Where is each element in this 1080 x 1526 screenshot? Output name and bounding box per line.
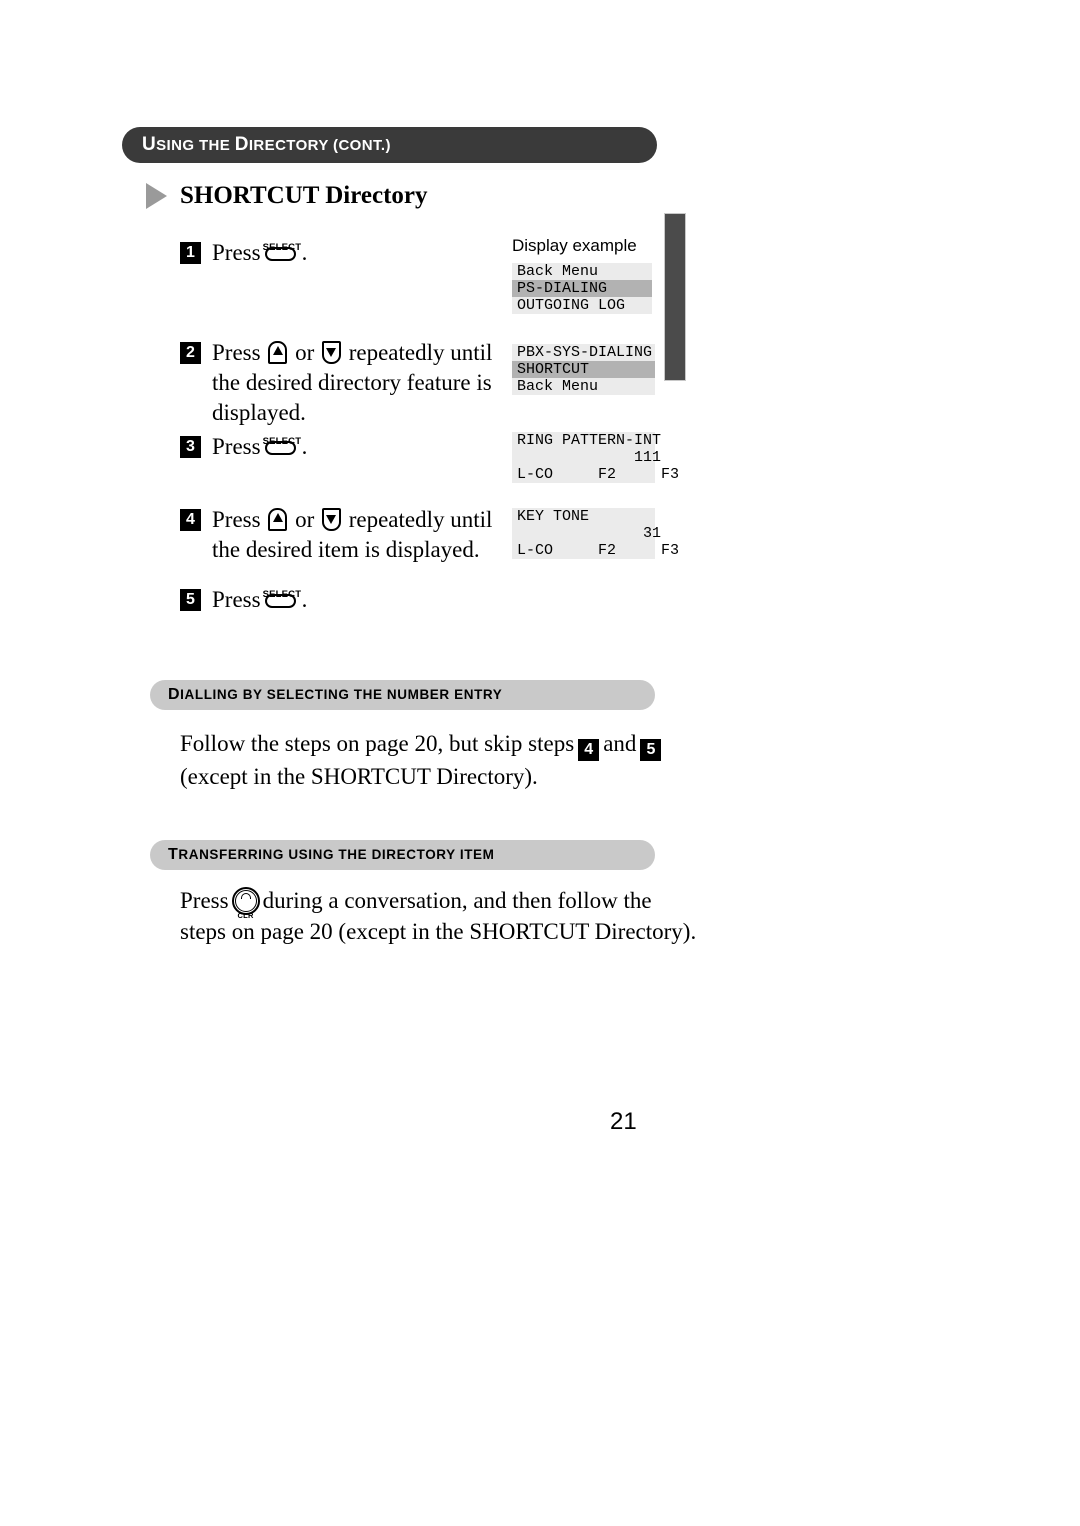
running-head-u: U	[142, 134, 157, 155]
page-number: 21	[610, 1108, 637, 1135]
section-title-text: SHORTCUT Directory	[180, 182, 428, 209]
manual-page: USING THE DIRECTORY (CONT.) SHORTCUT Dir…	[0, 0, 1080, 1526]
step-2-text: Press or repeatedly until the desired di…	[212, 338, 492, 428]
subsection-1-rest: IALLING BY SELECTING THE NUMBER ENTRY	[180, 687, 503, 702]
lcd-row: L-CO F2 F3	[517, 542, 680, 559]
subsection-heading-text: TRANSFERRING USING THE DIRECTORY ITEM	[150, 846, 495, 864]
running-head-text: USING THE DIRECTORY (CONT.)	[122, 134, 391, 156]
step-2-tail-label: repeatedly until	[348, 340, 493, 365]
lcd-row: Back Menu	[517, 378, 599, 395]
running-head-irectory: IRECTORY	[248, 137, 334, 154]
step-5-period: .	[301, 587, 308, 612]
running-head-sing-the: SING THE	[156, 137, 235, 154]
step-1-press-label: Press	[212, 240, 261, 265]
step-4-or-label: or	[295, 507, 315, 532]
step-2-line-2: the desired directory feature is	[212, 370, 492, 395]
step-3: 3 Press SELECT.	[180, 432, 307, 462]
lcd-panel-2: PBX-SYS-DIALING SHORTCUT Back Menu	[512, 344, 655, 395]
select-key-icon[interactable]: SELECT	[263, 238, 301, 264]
lcd-row: 31	[517, 525, 662, 542]
display-example-label: Display example	[512, 236, 637, 255]
up-arrow-key-icon[interactable]	[268, 508, 288, 531]
step-3-press-label: Press	[212, 434, 261, 459]
lcd-row: 111	[517, 449, 662, 466]
lcd-row-selected: SHORTCUT	[512, 361, 655, 378]
lcd-row: OUTGOING LOG	[517, 297, 626, 314]
step-4-line-2: the desired item is displayed.	[212, 537, 480, 562]
triangle-right-icon	[146, 183, 167, 209]
subsection-2-press-label: Press	[180, 888, 229, 913]
running-head-cont: (CONT.)	[333, 137, 391, 154]
subsection-heading-dialling: DIALLING BY SELECTING THE NUMBER ENTRY	[150, 680, 655, 710]
step-3-period: .	[301, 434, 308, 459]
step-1-text: Press SELECT.	[212, 238, 307, 268]
step-reference-badge: 5	[640, 739, 662, 761]
step-1: 1 Press SELECT.	[180, 238, 307, 268]
down-arrow-key-icon[interactable]	[321, 508, 341, 531]
step-number-badge: 2	[180, 342, 201, 364]
running-head-d: D	[234, 134, 249, 155]
subsection-1-line1a: Follow the steps on page 20, but skip st…	[180, 731, 575, 756]
section-title: SHORTCUT Directory	[146, 182, 428, 210]
running-head-bar: USING THE DIRECTORY (CONT.)	[122, 127, 657, 163]
lcd-panel-1: Back Menu PS-DIALING OUTGOING LOG	[512, 263, 652, 314]
lcd-row: L-CO F2 F3	[517, 466, 680, 483]
subsection-heading-transferring: TRANSFERRING USING THE DIRECTORY ITEM	[150, 840, 655, 870]
lcd-row: KEY TONE	[517, 508, 590, 525]
lcd-panel-4: KEY TONE 31 L-CO F2 F3	[512, 508, 680, 559]
lcd-row: RING PATTERN-INT	[517, 432, 662, 449]
subsection-2-body: Press CLR during a conversation, and then …	[180, 885, 696, 947]
up-arrow-key-icon[interactable]	[268, 341, 288, 364]
step-number-badge: 4	[180, 509, 201, 531]
subsection-2-rest: RANSFERRING USING THE DIRECTORY ITEM	[178, 847, 495, 862]
subsection-1-line2: (except in the SHORTCUT Directory).	[180, 764, 538, 789]
subsection-1-and: and	[603, 731, 637, 756]
subsection-1-lead: D	[168, 686, 181, 703]
step-number-badge: 1	[180, 242, 201, 264]
select-key-icon[interactable]: SELECT	[263, 432, 301, 458]
step-3-text: Press SELECT.	[212, 432, 307, 462]
subsection-2-line1b: during a conversation, and then follow t…	[262, 888, 652, 913]
step-2: 2 Press or repeatedly until the desired …	[180, 338, 492, 428]
subsection-heading-text: DIALLING BY SELECTING THE NUMBER ENTRY	[150, 686, 502, 704]
step-reference-badge: 4	[578, 739, 600, 761]
step-2-or-label: or	[295, 340, 315, 365]
lcd-row: PBX-SYS-DIALING	[517, 344, 653, 361]
step-5: 5 Press SELECT.	[180, 585, 307, 615]
clr-key-icon[interactable]: CLR	[231, 887, 260, 920]
lcd-row-selected: PS-DIALING	[512, 280, 652, 297]
step-1-period: .	[301, 240, 308, 265]
step-number-badge: 3	[180, 436, 201, 458]
step-4: 4 Press or repeatedly until the desired …	[180, 505, 492, 565]
step-5-press-label: Press	[212, 587, 261, 612]
subsection-1-body: Follow the steps on page 20, but skip st…	[180, 728, 665, 792]
step-4-tail-label: repeatedly until	[348, 507, 493, 532]
page-edge-tab	[664, 213, 686, 381]
select-key-icon[interactable]: SELECT	[263, 585, 301, 611]
step-2-line-3: displayed.	[212, 400, 306, 425]
step-4-text: Press or repeatedly until the desired it…	[212, 505, 492, 565]
step-2-press-label: Press	[212, 340, 261, 365]
step-5-text: Press SELECT.	[212, 585, 307, 615]
lcd-panel-3: RING PATTERN-INT 111 L-CO F2 F3	[512, 432, 680, 483]
lcd-row: Back Menu	[517, 263, 599, 280]
step-4-press-label: Press	[212, 507, 261, 532]
step-number-badge: 5	[180, 589, 201, 611]
subsection-2-lead: T	[168, 846, 179, 863]
down-arrow-key-icon[interactable]	[321, 341, 341, 364]
